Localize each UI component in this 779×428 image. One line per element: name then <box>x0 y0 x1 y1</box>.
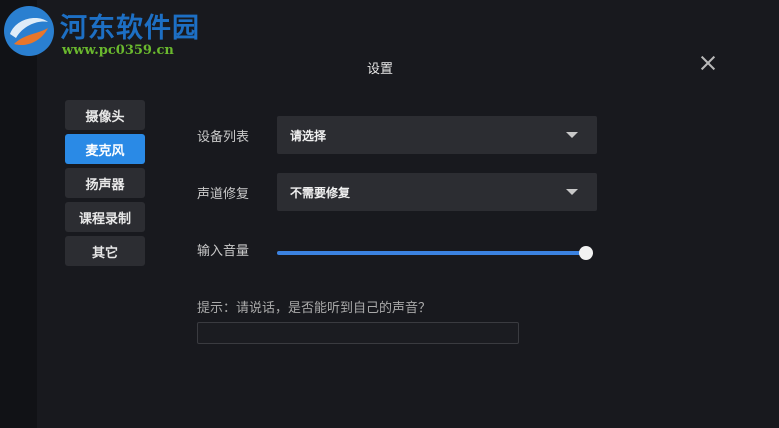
nav-item-camera[interactable]: 摄像头 <box>65 100 145 130</box>
chevron-down-icon <box>566 189 578 195</box>
device-list-label: 设备列表 <box>197 130 250 145</box>
channel-repair-select[interactable]: 不需要修复 <box>277 173 597 211</box>
nav-item-microphone[interactable]: 麦克风 <box>65 134 145 164</box>
dialog-title: 设置 <box>366 62 393 77</box>
device-list-select[interactable]: 请选择 <box>277 116 597 154</box>
watermark-name: 河东软件园 <box>60 13 200 44</box>
watermark-url: www.pc0359.cn <box>62 43 174 58</box>
chevron-down-icon <box>566 132 578 138</box>
nav-item-other[interactable]: 其它 <box>65 236 145 266</box>
slider-fill <box>277 251 586 255</box>
channel-repair-value: 不需要修复 <box>290 185 351 200</box>
nav-item-recording[interactable]: 课程录制 <box>65 202 145 232</box>
channel-repair-label: 声道修复 <box>197 187 250 202</box>
mic-test-hint: 提示：请说话，是否能听到自己的声音？ <box>197 301 432 316</box>
mic-test-field[interactable] <box>197 322 519 344</box>
watermark: 河东软件园 www.pc0359.cn <box>0 0 200 66</box>
device-list-value: 请选择 <box>290 128 327 143</box>
nav-item-speaker[interactable]: 扬声器 <box>65 168 145 198</box>
slider-thumb[interactable] <box>579 246 593 260</box>
watermark-logo-icon <box>4 6 54 56</box>
input-volume-slider[interactable] <box>277 243 597 263</box>
close-icon[interactable] <box>698 53 718 73</box>
input-volume-label: 输入音量 <box>197 244 250 259</box>
